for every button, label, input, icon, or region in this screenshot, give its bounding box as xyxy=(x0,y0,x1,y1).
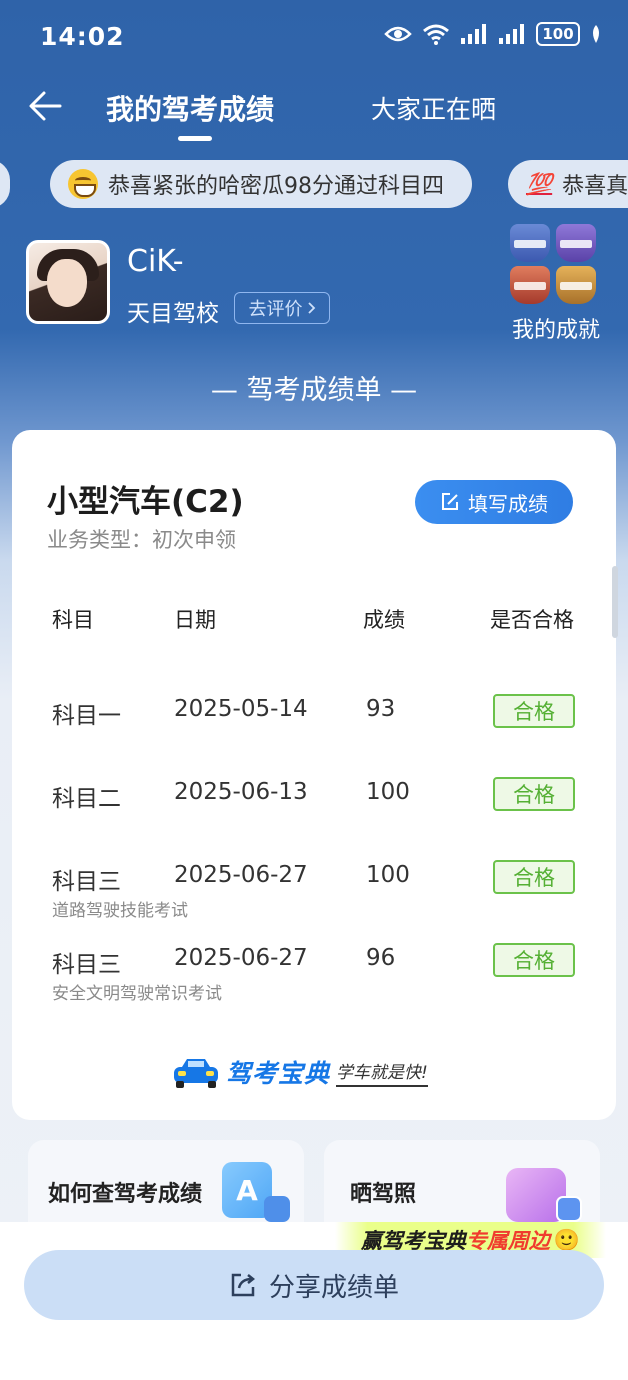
ticker-pill-next: 💯 恭喜真 xyxy=(508,160,628,208)
signal-icon xyxy=(461,24,486,44)
status-time: 14:02 xyxy=(40,22,125,51)
brand-name: 驾考宝典 xyxy=(226,1059,331,1088)
scrollbar[interactable] xyxy=(612,566,618,638)
badge-icon xyxy=(510,266,550,304)
row-subject: 科目二 xyxy=(52,786,121,812)
business-type: 业务类型：初次申领 xyxy=(47,528,236,552)
row-note: 道路驾驶技能考试 xyxy=(52,901,188,921)
ticker-text: 恭喜紧张的哈密瓜98分通过科目四 xyxy=(108,174,444,199)
row-score: 93 xyxy=(366,696,396,722)
tile-label: 晒驾照 xyxy=(350,1182,417,1207)
tab-underline xyxy=(178,136,212,141)
search-icon xyxy=(264,1196,290,1222)
row-subject: 科目一 xyxy=(52,703,121,729)
tab-my-scores[interactable]: 我的驾考成绩 xyxy=(106,88,274,128)
eye-icon xyxy=(384,26,412,42)
score-card: 小型汽车(C2) 业务类型：初次申领 填写成绩 科目 日期 成绩 是否合格 科目… xyxy=(12,430,616,1120)
brand-slogan: 学车就是快! xyxy=(336,1058,428,1087)
row-score: 96 xyxy=(366,945,396,971)
car-logo-icon xyxy=(174,1059,218,1088)
row-subject: 科目三 xyxy=(52,869,121,895)
pass-badge: 合格 xyxy=(493,943,575,977)
header-date: 日期 xyxy=(174,608,216,632)
smile-icon: 🙂 xyxy=(553,1227,580,1252)
status-bar: 14:02 100 xyxy=(0,0,628,72)
row-date: 2025-06-27 xyxy=(174,945,308,971)
brand-logo: 驾考宝典 学车就是快! xyxy=(172,1052,472,1092)
ticker-pill-partial xyxy=(0,160,10,208)
back-arrow-icon[interactable] xyxy=(26,86,66,126)
feature-tiles: 如何查驾考成绩 A 晒驾照 xyxy=(0,1140,628,1240)
chevron-right-icon xyxy=(307,302,315,314)
review-button[interactable]: 去评价 xyxy=(234,292,330,324)
achievement-label: 我的成就 xyxy=(511,318,600,343)
pass-badge: 合格 xyxy=(493,777,575,811)
header-subject: 科目 xyxy=(52,608,94,632)
camera-icon xyxy=(556,1196,582,1222)
row-score: 100 xyxy=(366,862,410,888)
fill-score-button[interactable]: 填写成绩 xyxy=(415,480,573,524)
review-label: 去评价 xyxy=(248,299,303,320)
bottom-bar: 赢驾考宝典 专属周边 🙂 分享成绩单 xyxy=(0,1222,628,1380)
battery-indicator: 100 xyxy=(536,22,580,46)
table-row: 科目一 2025-05-14 93 合格 xyxy=(12,694,616,766)
badge-icon xyxy=(556,266,596,304)
wifi-icon xyxy=(423,24,449,45)
leaf-icon xyxy=(593,25,599,43)
ticker-pill: 恭喜紧张的哈密瓜98分通过科目四 xyxy=(50,160,472,208)
badge-icon xyxy=(556,224,596,262)
tab-everyone-sharing[interactable]: 大家正在晒 xyxy=(371,90,496,126)
row-score: 100 xyxy=(366,779,410,805)
fill-score-label: 填写成绩 xyxy=(468,491,548,516)
section-title: — 驾考成绩单 — xyxy=(210,375,418,406)
header-score: 成绩 xyxy=(363,608,405,632)
status-icons: 100 xyxy=(384,22,602,46)
hundred-emoji-icon: 💯 xyxy=(526,171,553,196)
congrats-ticker: 恭喜紧张的哈密瓜98分通过科目四 💯 恭喜真 xyxy=(0,160,628,210)
driving-school-name: 天目驾校 xyxy=(127,301,219,327)
share-button[interactable]: 分享成绩单 xyxy=(24,1250,604,1320)
signal-icon-2 xyxy=(499,24,524,44)
achievement-badges xyxy=(510,224,606,304)
row-subject: 科目三 xyxy=(52,952,121,978)
pass-badge: 合格 xyxy=(493,694,575,728)
grin-emoji-icon xyxy=(68,169,98,199)
edit-icon xyxy=(442,493,458,510)
pass-badge: 合格 xyxy=(493,860,575,894)
row-note: 安全文明驾驶常识考试 xyxy=(52,984,222,1004)
header-pass: 是否合格 xyxy=(490,608,574,632)
vehicle-type: 小型汽车(C2) xyxy=(47,484,244,520)
profile-section: CiK- 天目驾校 去评价 我的成就 xyxy=(0,224,628,348)
share-icon xyxy=(231,1273,255,1297)
table-row: 科目三 2025-06-27 96 合格 安全文明驾驶常识考试 xyxy=(12,943,616,1015)
row-date: 2025-06-13 xyxy=(174,779,308,805)
badge-icon xyxy=(510,224,550,262)
user-name: CiK- xyxy=(127,244,184,279)
share-label: 分享成绩单 xyxy=(268,1272,399,1303)
row-date: 2025-06-27 xyxy=(174,862,308,888)
nav-bar: 我的驾考成绩 大家正在晒 xyxy=(0,78,628,148)
table-row: 科目二 2025-06-13 100 合格 xyxy=(12,777,616,849)
tile-label: 如何查驾考成绩 xyxy=(48,1182,203,1207)
table-row: 科目三 2025-06-27 100 合格 道路驾驶技能考试 xyxy=(12,860,616,932)
row-date: 2025-05-14 xyxy=(174,696,308,722)
ticker-text-next: 恭喜真 xyxy=(562,174,628,199)
avatar[interactable] xyxy=(26,240,110,324)
achievements[interactable]: 我的成就 xyxy=(506,224,606,344)
